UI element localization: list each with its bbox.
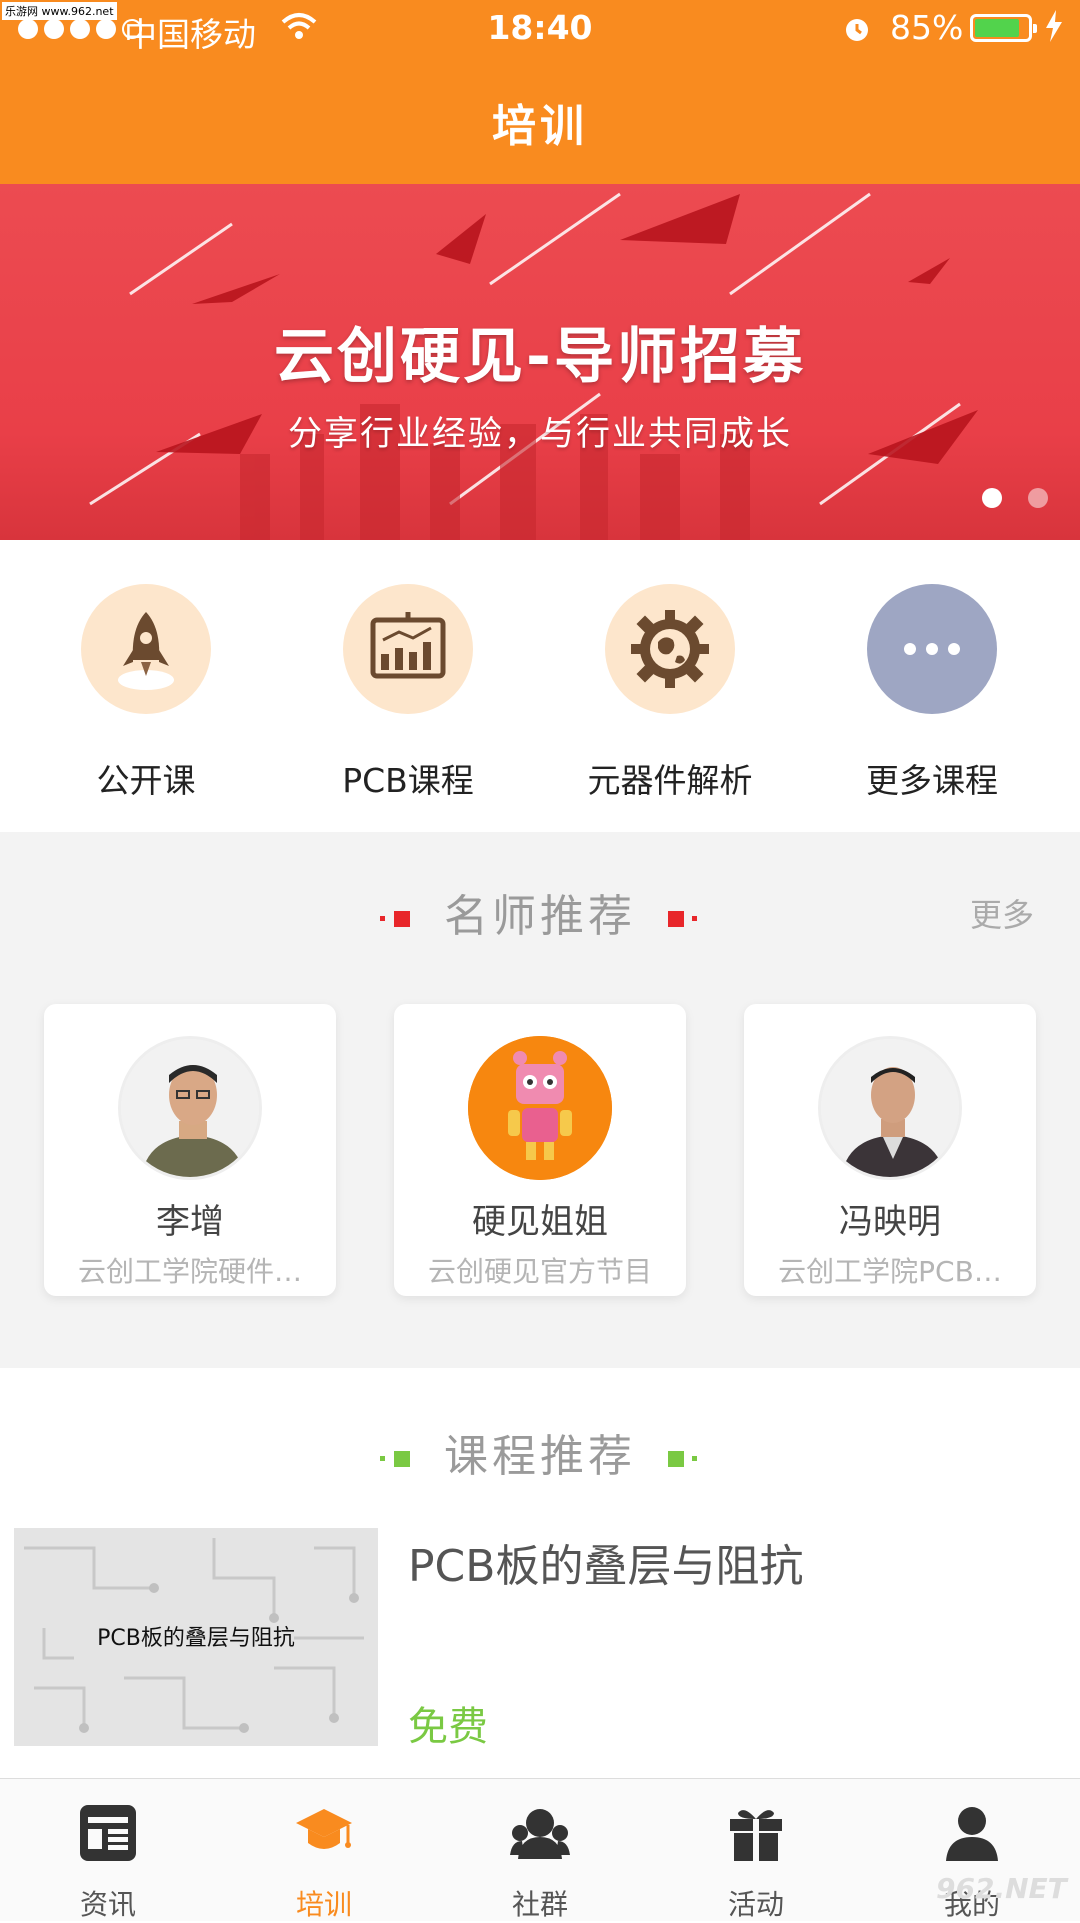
title-decoration-left bbox=[380, 1449, 426, 1469]
teacher-card[interactable]: 李增 云创工学院硬件… bbox=[44, 1004, 336, 1296]
carousel-indicator[interactable] bbox=[982, 488, 1048, 508]
teacher-avatar bbox=[118, 1036, 262, 1180]
tab-label: 活动 bbox=[727, 1888, 784, 1921]
tab-news[interactable]: 资讯 bbox=[0, 1779, 216, 1921]
section-title-text: 名师推荐 bbox=[444, 891, 636, 942]
chart-board-icon bbox=[343, 584, 473, 714]
title-decoration-left bbox=[380, 909, 426, 929]
tab-label: 培训 bbox=[295, 1888, 352, 1921]
status-bar: 中国移动 18:40 85% bbox=[0, 0, 1080, 60]
banner-subtitle: 分享行业经验，与行业共同成长 bbox=[288, 414, 792, 454]
tab-activities[interactable]: 活动 bbox=[648, 1779, 864, 1921]
watermark-logo: 乐游网 www.962.net bbox=[2, 2, 117, 20]
rocket-icon bbox=[81, 584, 211, 714]
more-teachers-link[interactable]: 更多 bbox=[970, 890, 1034, 936]
course-price: 免费 bbox=[408, 1704, 488, 1750]
top-header: 中国移动 18:40 85% 培训 bbox=[0, 0, 1080, 184]
category-label: 元器件解析 bbox=[587, 761, 753, 800]
teacher-card[interactable]: 冯映明 云创工学院PCB… bbox=[744, 1004, 1036, 1296]
teacher-description: 云创工学院PCB… bbox=[778, 1255, 1002, 1288]
category-pcb-course[interactable]: PCB课程 bbox=[308, 584, 508, 802]
category-label: 公开课 bbox=[96, 761, 196, 800]
teacher-name: 李增 bbox=[156, 1202, 224, 1242]
section-title-text: 课程推荐 bbox=[444, 1431, 636, 1482]
course-title[interactable]: PCB板的叠层与阻抗 bbox=[408, 1530, 803, 1594]
teacher-name: 硬见姐姐 bbox=[472, 1202, 608, 1242]
course-thumbnail-text: PCB板的叠层与阻抗 bbox=[97, 1626, 295, 1651]
battery-percent: 85% bbox=[890, 8, 964, 47]
teacher-description: 云创硬见官方节目 bbox=[427, 1255, 652, 1288]
teachers-section-title: 名师推荐 bbox=[0, 880, 1080, 944]
charging-bolt-icon bbox=[1046, 10, 1062, 42]
teacher-avatar bbox=[818, 1036, 962, 1180]
tab-community[interactable]: 社群 bbox=[432, 1779, 648, 1921]
teacher-description: 云创工学院硬件… bbox=[77, 1255, 302, 1288]
globe-gear-icon bbox=[605, 584, 735, 714]
promo-banner[interactable]: 云创硬见-导师招募 分享行业经验，与行业共同成长 bbox=[0, 184, 1080, 540]
category-label: PCB课程 bbox=[342, 761, 474, 800]
gift-icon bbox=[730, 1810, 782, 1861]
alarm-clock-icon bbox=[846, 19, 868, 41]
title-decoration-right bbox=[654, 909, 700, 929]
user-icon bbox=[946, 1807, 998, 1861]
tab-label: 社群 bbox=[511, 1888, 568, 1921]
category-label: 更多课程 bbox=[866, 761, 998, 800]
teacher-name: 冯映明 bbox=[839, 1202, 941, 1242]
page-title: 培训 bbox=[492, 101, 588, 152]
category-open-course[interactable]: 公开课 bbox=[46, 584, 246, 802]
bottom-tab-bar: 资讯 培训 社群 活动 我的 bbox=[0, 1778, 1080, 1921]
category-component-analysis[interactable]: 元器件解析 bbox=[570, 584, 770, 802]
carousel-dot[interactable] bbox=[1028, 488, 1048, 508]
tab-training[interactable]: 培训 bbox=[216, 1779, 432, 1921]
title-decoration-right bbox=[654, 1449, 700, 1469]
courses-section-title: 课程推荐 bbox=[0, 1420, 1080, 1484]
category-more-courses[interactable]: 更多课程 bbox=[832, 584, 1032, 802]
banner-title: 云创硬见-导师招募 bbox=[274, 322, 806, 392]
teacher-avatar bbox=[468, 1036, 612, 1180]
watermark-logo: 962.NET bbox=[936, 1872, 1067, 1905]
community-icon bbox=[510, 1809, 570, 1859]
news-icon bbox=[80, 1805, 136, 1861]
graduation-cap-icon bbox=[296, 1809, 352, 1849]
carousel-dot[interactable] bbox=[982, 488, 1002, 508]
course-thumbnail[interactable]: PCB板的叠层与阻抗 bbox=[14, 1528, 378, 1746]
more-dots-icon bbox=[867, 584, 997, 714]
tab-label: 资讯 bbox=[79, 1888, 136, 1921]
battery-icon bbox=[970, 14, 1037, 42]
teacher-card[interactable]: 硬见姐姐 云创硬见官方节目 bbox=[394, 1004, 686, 1296]
